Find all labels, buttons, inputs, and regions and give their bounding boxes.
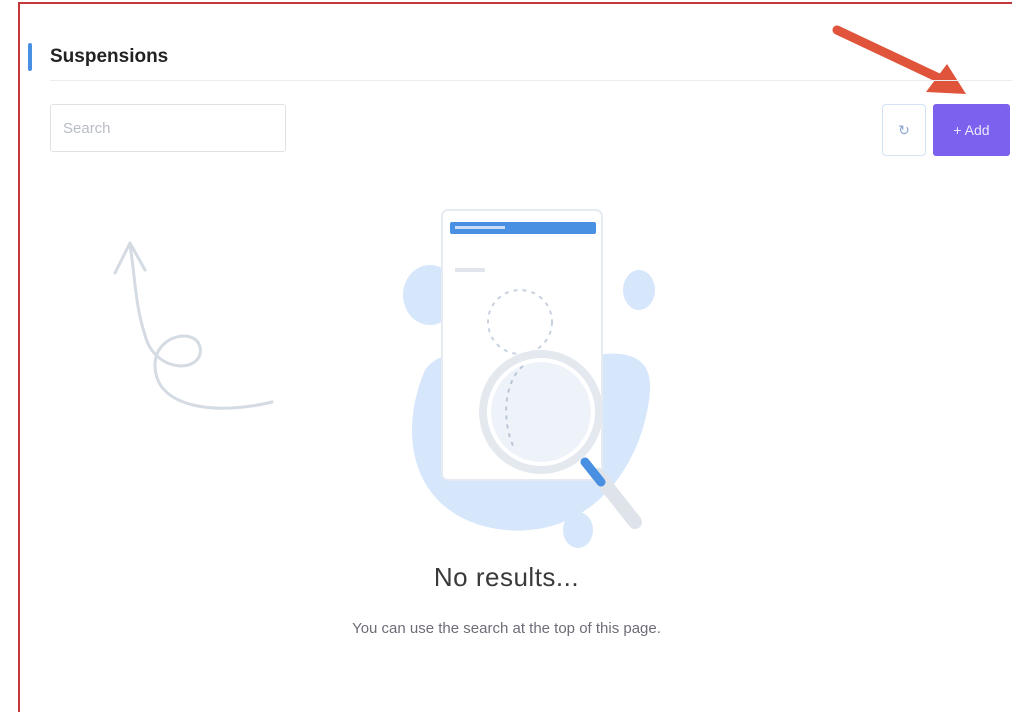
curved-arrow-icon — [113, 241, 274, 410]
no-results-illustration — [403, 209, 655, 548]
search-input[interactable] — [50, 104, 286, 152]
refresh-button[interactable]: ↻ — [882, 104, 926, 156]
annotation-arrow-icon — [832, 25, 966, 94]
section-title: Suspensions — [50, 46, 169, 67]
empty-state-subtitle: You can use the search at the top of thi… — [352, 620, 661, 637]
empty-state-title: No results... — [433, 562, 580, 592]
section-header: Suspensions — [28, 42, 168, 72]
refresh-icon: ↻ — [898, 121, 910, 138]
section-accent-bar — [28, 43, 32, 71]
add-button[interactable]: + Add — [933, 104, 1010, 156]
header-divider — [50, 80, 1012, 81]
add-button-label: + Add — [953, 122, 990, 138]
